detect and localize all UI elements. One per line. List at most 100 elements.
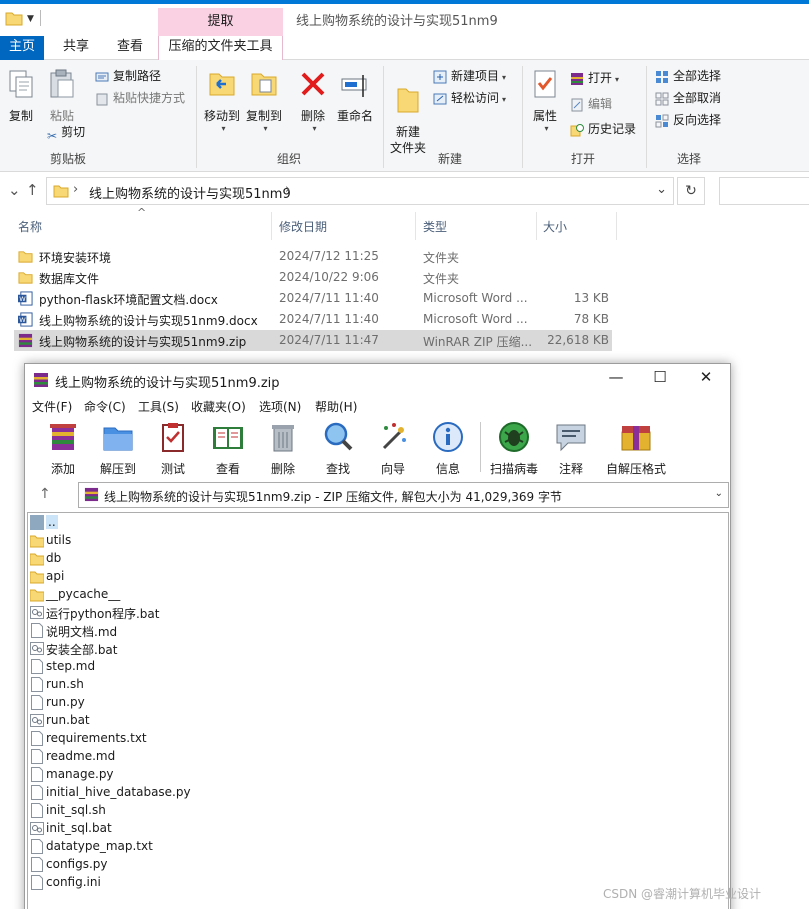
gear-file-icon: [30, 822, 44, 835]
move-to-button[interactable]: 移动到 ▾: [201, 68, 243, 133]
divider[interactable]: [415, 212, 416, 240]
copy-to-button[interactable]: 复制到 ▾: [243, 68, 285, 133]
file-row[interactable]: W 线上购物系统的设计与实现51nm9.docx 2024/7/11 11:40…: [14, 309, 612, 330]
archive-item-name: initial_hive_database.py: [46, 785, 191, 799]
add-button[interactable]: 添加: [36, 420, 90, 477]
view-button[interactable]: 查看: [201, 420, 255, 477]
wizard-button[interactable]: 向导: [366, 420, 420, 477]
scan-virus-button[interactable]: 扫描病毒: [483, 420, 545, 477]
column-header-type[interactable]: 类型: [423, 218, 447, 235]
file-row[interactable]: 环境安装环境 2024/7/12 11:25 文件夹: [14, 246, 612, 267]
menu-options[interactable]: 选项(N): [259, 398, 301, 415]
folder-icon[interactable]: [5, 10, 23, 26]
file-icon: [31, 731, 43, 746]
divider: [40, 10, 41, 26]
copy-button[interactable]: 复制: [4, 68, 38, 124]
properties-button[interactable]: 属性 ▾: [527, 68, 563, 133]
archive-item-name: 说明文档.md: [46, 625, 118, 639]
sfx-button[interactable]: 自解压格式: [600, 420, 672, 477]
file-list: ^ 名称 修改日期 类型 大小 环境安装环境 2024/7/12 11:25 文…: [0, 206, 809, 360]
ribbon: 复制 粘贴 复制路径 粘贴快捷方式 ✂ 剪切 剪贴板 移动到 ▾ 复制到 ▾ 删除 ▾ …: [0, 60, 809, 172]
up-arrow-icon[interactable]: ↑: [26, 181, 39, 199]
winrar-menubar: 文件(F) 命令(C) 工具(S) 收藏夹(O) 选项(N) 帮助(H): [25, 396, 730, 416]
breadcrumb[interactable]: 线上购物系统的设计与实现51nm9: [89, 183, 291, 202]
menu-file[interactable]: 文件(F): [32, 398, 72, 415]
file-icon: [31, 677, 43, 692]
paste-shortcut-button[interactable]: 粘贴快捷方式: [95, 88, 185, 108]
archive-file-list: .. utils db api __pycache__ 运行python程序.bat 说明文…: [27, 512, 729, 909]
folder-icon: [30, 589, 44, 602]
cut-button[interactable]: ✂ 剪切: [47, 122, 85, 143]
column-header-name[interactable]: 名称: [18, 218, 42, 235]
divider: [480, 422, 481, 472]
maximize-icon[interactable]: ☐: [645, 368, 675, 386]
chevron-down-icon[interactable]: ⌄: [8, 181, 21, 199]
explorer-titlebar: ▼ 提取 线上购物系统的设计与实现51nm9: [0, 0, 809, 36]
find-button[interactable]: 查找: [311, 420, 365, 477]
svg-text:W: W: [19, 316, 26, 324]
paste-button[interactable]: 粘贴: [44, 68, 80, 124]
chevron-down-icon[interactable]: ⌄: [715, 488, 723, 499]
select-none-button[interactable]: 全部取消: [655, 88, 721, 108]
open-button[interactable]: 打开 ▾: [570, 68, 619, 88]
divider[interactable]: [271, 212, 272, 240]
extract-to-button[interactable]: 解压到: [91, 420, 145, 477]
chevron-right-icon[interactable]: ›: [285, 182, 290, 197]
tab-home[interactable]: 主页: [0, 36, 44, 60]
column-header-date[interactable]: 修改日期: [279, 218, 327, 235]
gear-file-icon: [30, 714, 44, 727]
context-tab-header: 提取: [158, 8, 283, 36]
archive-item-name: run.sh: [46, 677, 84, 691]
refresh-button[interactable]: ↻: [677, 177, 705, 205]
menu-tools[interactable]: 工具(S): [138, 398, 179, 415]
invert-selection-button[interactable]: 反向选择: [655, 110, 721, 130]
menu-favorites[interactable]: 收藏夹(O): [191, 398, 246, 415]
winrar-titlebar: 线上购物系统的设计与实现51nm9.zip — ☐ ✕: [25, 364, 730, 396]
divider: [196, 66, 197, 168]
up-arrow-icon[interactable]: ↑: [39, 486, 51, 502]
chevron-down-icon[interactable]: ⌄: [656, 182, 667, 197]
breadcrumb-separator-icon: ›: [73, 182, 79, 197]
word-icon: W: [18, 312, 33, 327]
select-all-button[interactable]: 全部选择: [655, 66, 721, 86]
close-icon[interactable]: ✕: [691, 368, 721, 386]
file-row-selected[interactable]: 线上购物系统的设计与实现51nm9.zip 2024/7/11 11:47 Wi…: [14, 330, 612, 351]
quick-access-dropdown-icon[interactable]: ▼: [27, 14, 34, 24]
column-header-size[interactable]: 大小: [543, 218, 567, 235]
tab-share[interactable]: 共享: [52, 36, 100, 60]
easy-access-button[interactable]: 轻松访问 ▾: [433, 88, 506, 108]
history-button[interactable]: 历史记录: [570, 119, 636, 139]
archive-item-name: readme.md: [46, 749, 116, 763]
archive-item-name: step.md: [46, 659, 96, 673]
easy-access-icon: [433, 93, 447, 104]
divider[interactable]: [536, 212, 537, 240]
new-item-button[interactable]: 新建项目 ▾: [433, 66, 506, 86]
tab-view[interactable]: 查看: [106, 36, 154, 60]
winrar-path-bar: ↑ 线上购物系统的设计与实现51nm9.zip - ZIP 压缩文件, 解包大小…: [25, 480, 730, 510]
minimize-icon[interactable]: —: [601, 368, 631, 386]
test-button[interactable]: 测试: [146, 420, 200, 477]
archive-item-name: init_sql.bat: [46, 821, 112, 835]
rename-button[interactable]: 重命名: [335, 68, 375, 124]
paste-shortcut-icon: [96, 93, 108, 105]
search-input[interactable]: [719, 177, 809, 205]
trash-icon: [272, 425, 294, 452]
file-row[interactable]: 数据库文件 2024/10/22 9:06 文件夹: [14, 267, 612, 288]
view-book-icon: [213, 427, 243, 449]
file-icon: [31, 803, 43, 818]
menu-help[interactable]: 帮助(H): [315, 398, 357, 415]
info-button[interactable]: 信息: [421, 420, 475, 477]
tab-compressed-folder-tools[interactable]: 压缩的文件夹工具: [158, 36, 283, 60]
archive-item-name: ..: [46, 515, 58, 529]
address-field[interactable]: › 线上购物系统的设计与实现51nm9 › ⌄: [46, 177, 674, 205]
edit-button[interactable]: 编辑: [570, 94, 612, 114]
archive-path-combo[interactable]: 线上购物系统的设计与实现51nm9.zip - ZIP 压缩文件, 解包大小为 …: [78, 482, 729, 508]
comment-button[interactable]: 注释: [544, 420, 598, 477]
delete-button[interactable]: 删除: [256, 420, 310, 477]
divider[interactable]: [616, 212, 617, 240]
menu-commands[interactable]: 命令(C): [84, 398, 126, 415]
new-folder-button[interactable]: 新建 文件夹: [388, 68, 428, 172]
file-row[interactable]: W python-flask环境配置文档.docx 2024/7/11 11:4…: [14, 288, 612, 309]
delete-button[interactable]: 删除 ▾: [297, 68, 329, 133]
copy-path-button[interactable]: 复制路径: [95, 66, 161, 86]
